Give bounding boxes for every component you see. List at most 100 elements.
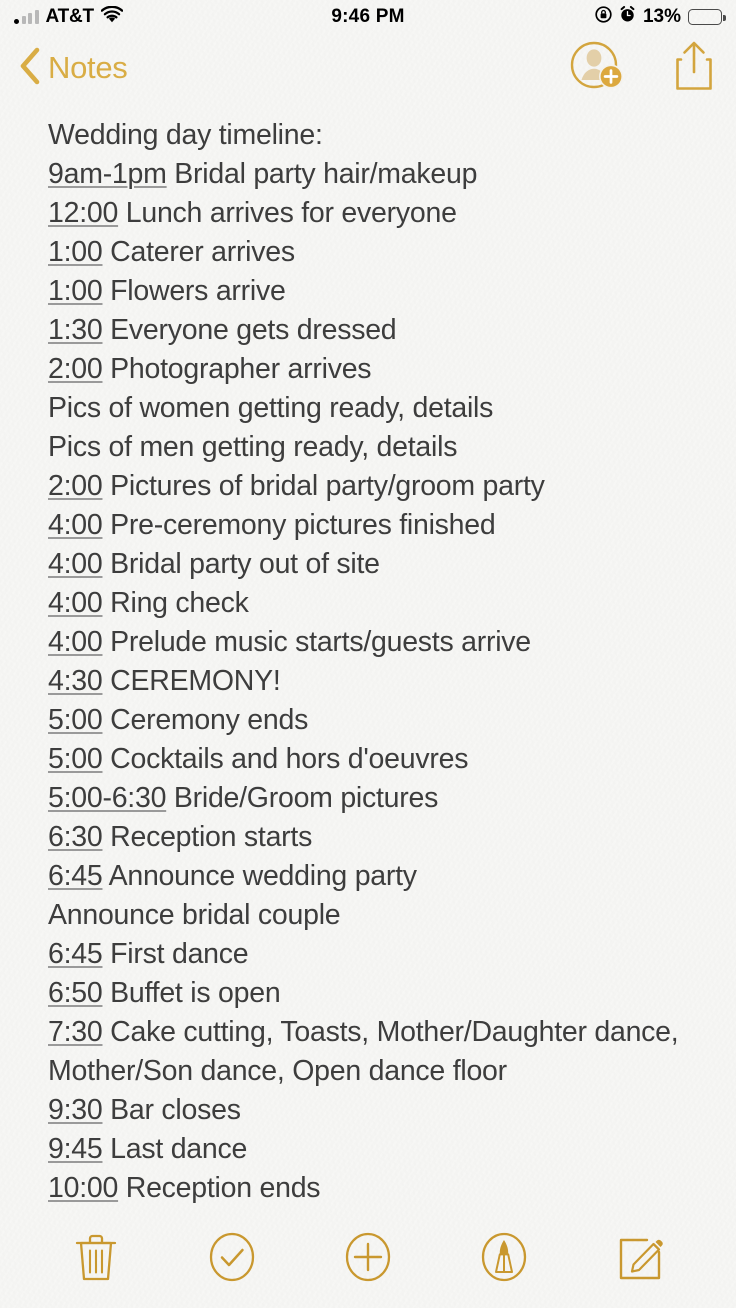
note-time-link[interactable]: 9am-1pm [48,158,167,190]
note-time-link[interactable]: 5:00-6:30 [48,782,166,814]
add-attachment-button[interactable] [337,1228,399,1290]
note-time-link[interactable]: 2:00 [48,353,103,385]
note-time-link[interactable]: 9:30 [48,1094,103,1126]
note-line: 12:00 Lunch arrives for everyone [48,194,706,233]
note-time-link[interactable]: 4:00 [48,626,103,658]
note-time-link[interactable]: 9:45 [48,1133,103,1165]
note-line-text: Ring check [102,587,249,619]
add-collaborator-button[interactable] [570,41,626,96]
note-line: Announce bridal couple [48,896,706,935]
note-line: 4:00 Ring check [48,584,706,623]
alarm-clock-icon [619,5,636,29]
note-line-text: Bridal party out of site [102,548,380,580]
note-line-text: CEREMONY! [102,665,281,697]
share-button[interactable] [672,40,716,97]
note-time-link[interactable]: 1:00 [48,275,103,307]
note-line-text: Buffet is open [102,977,281,1009]
note-line-text: Reception ends [118,1172,321,1204]
note-time-link[interactable]: 7:30 [48,1016,103,1048]
note-time-link[interactable]: 12:00 [48,197,118,229]
plus-circle-icon [344,1231,392,1288]
note-time-link[interactable]: 10:00 [48,1172,118,1204]
note-time-link[interactable]: 4:00 [48,509,103,541]
note-line: 4:30 CEREMONY! [48,662,706,701]
note-line-text: Pics of women getting ready, details [48,392,494,424]
note-line: 4:00 Bridal party out of site [48,545,706,584]
note-line: Pics of women getting ready, details [48,389,706,428]
note-line-text: Wedding day timeline: [48,119,323,151]
note-line: 5:00-6:30 Bride/Groom pictures [48,779,706,818]
note-line-text: Everyone gets dressed [102,314,397,346]
back-to-notes-button[interactable]: Notes [18,47,128,90]
note-time-link[interactable]: 4:30 [48,665,103,697]
note-line-text: Last dance [102,1133,248,1165]
battery-icon [688,9,726,25]
trash-icon [73,1231,119,1288]
note-line-text: Cake cutting, Toasts, Mother/Daughter da… [48,1016,687,1087]
note-line-text: Pre-ceremony pictures finished [102,509,496,541]
note-time-link[interactable]: 5:00 [48,704,103,736]
note-line: 5:00 Cocktails and hors d'oeuvres [48,740,706,779]
note-line-text: Prelude music starts/guests arrive [102,626,531,658]
note-time-link[interactable]: 1:00 [48,236,103,268]
note-line: 4:00 Prelude music starts/guests arrive [48,623,706,662]
note-line-text: Announce bridal couple [48,899,341,931]
note-time-link[interactable]: 1:30 [48,314,103,346]
note-time-link[interactable]: 6:45 [48,938,103,970]
note-line-text: Pictures of bridal party/groom party [102,470,545,502]
note-time-link[interactable]: 6:45 [48,860,103,892]
note-time-link[interactable]: 5:00 [48,743,103,775]
note-content[interactable]: Wedding day timeline: 9am-1pm Bridal part… [0,102,736,1210]
note-line: 7:30 Cake cutting, Toasts, Mother/Daught… [48,1013,706,1091]
pen-circle-icon [480,1231,528,1288]
note-line-text: Cocktails and hors d'oeuvres [102,743,469,775]
note-line: 5:00 Ceremony ends [48,701,706,740]
note-line: 2:00 Pictures of bridal party/groom part… [48,467,706,506]
note-line-text: Lunch arrives for everyone [118,197,457,229]
note-time-link[interactable]: 4:00 [48,548,103,580]
status-bar-right: 13% [368,5,726,29]
note-line-text: Reception starts [102,821,313,853]
note-line: 6:45 Announce wedding party [48,857,706,896]
note-line: 9am-1pm Bridal party hair/makeup [48,155,706,194]
note-time-link[interactable]: 4:00 [48,587,103,619]
back-button-label: Notes [48,50,128,85]
note-line: 2:00 Photographer arrives [48,350,706,389]
note-time-link[interactable]: 6:50 [48,977,103,1009]
note-line: 4:00 Pre-ceremony pictures finished [48,506,706,545]
note-line: 10:00 Reception ends [48,1169,706,1208]
note-line-text: Caterer arrives [102,236,295,268]
rotation-lock-icon [595,5,612,29]
compose-icon [615,1231,665,1288]
note-line: 6:30 Reception starts [48,818,706,857]
note-line: 6:45 First dance [48,935,706,974]
note-line-text: Bar closes [102,1094,241,1126]
note-line: 1:00 Caterer arrives [48,233,706,272]
note-line-text: Flowers arrive [102,275,286,307]
note-line: 1:00 Flowers arrive [48,272,706,311]
delete-button[interactable] [65,1228,127,1290]
note-line-text: Bride/Groom pictures [166,782,439,814]
note-line: 9:30 Bar closes [48,1091,706,1130]
note-line-text: Ceremony ends [102,704,309,736]
nav-actions [570,40,716,97]
note-line: 9:45 Last dance [48,1130,706,1169]
note-line: Wedding day timeline: [48,116,706,155]
status-bar: AT&T 9:46 PM 13% [0,0,736,34]
navigation-bar: Notes [0,34,736,102]
note-line: 6:50 Buffet is open [48,974,706,1013]
compose-button[interactable] [609,1228,671,1290]
note-line-text: First dance [102,938,249,970]
battery-percent-label: 13% [642,6,681,27]
chevron-left-icon [18,47,41,90]
checklist-button[interactable] [201,1228,263,1290]
note-time-link[interactable]: 6:30 [48,821,103,853]
markup-button[interactable] [473,1228,535,1290]
check-circle-icon [208,1231,256,1288]
note-line-text: Pics of men getting ready, details [48,431,458,463]
note-line-text: Announce wedding party [102,860,417,892]
note-time-link[interactable]: 2:00 [48,470,103,502]
note-line: 1:30 Everyone gets dressed [48,311,706,350]
note-line-text: Photographer arrives [102,353,372,385]
note-line: Pics of men getting ready, details [48,428,706,467]
